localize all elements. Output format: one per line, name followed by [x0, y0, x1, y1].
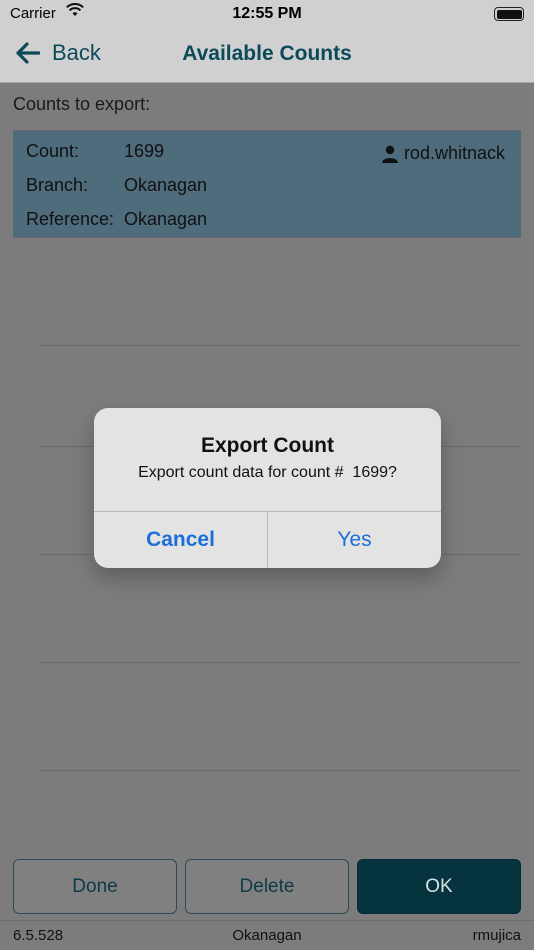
branch-row: Branch: Okanagan: [26, 175, 207, 196]
footer-bar: 6.5.528 Okanagan rmujica: [0, 920, 534, 950]
action-bar: Done Delete OK: [0, 856, 534, 920]
branch-value: Okanagan: [124, 175, 208, 195]
count-key: Count:: [26, 141, 80, 161]
delete-button[interactable]: Delete: [185, 859, 349, 914]
footer-user: rmujica: [472, 927, 521, 944]
done-button[interactable]: Done: [13, 859, 177, 914]
count-user: rod.whitnack: [381, 143, 505, 164]
yes-button[interactable]: Yes: [268, 512, 441, 568]
count-value: 1699: [124, 141, 165, 161]
section-label: Counts to export:: [13, 94, 151, 114]
row-divider: [39, 662, 521, 663]
cancel-button[interactable]: Cancel: [94, 512, 267, 568]
ok-button[interactable]: OK: [357, 859, 521, 914]
count-user-name: rod.whitnack: [403, 143, 505, 163]
navigation-bar: Back Available Counts: [0, 28, 534, 83]
branch-key: Branch:: [26, 175, 89, 195]
export-count-alert: Export Count Export count data for count…: [94, 408, 441, 568]
user-icon: [381, 145, 398, 163]
reference-value: Okanagan: [124, 209, 208, 229]
count-row: Count: 1699: [26, 141, 164, 162]
footer-branch: Okanagan: [232, 927, 302, 944]
clock: 12:55 PM: [232, 5, 302, 22]
reference-row: Reference: Okanagan: [26, 209, 207, 230]
alert-title: Export Count: [201, 434, 334, 457]
page-title: Available Counts: [182, 42, 352, 65]
count-list-item[interactable]: Count: 1699 Branch: Okanagan Reference: …: [13, 130, 521, 238]
battery-icon: [494, 7, 524, 21]
row-divider: [39, 345, 521, 346]
reference-key: Reference:: [26, 209, 115, 229]
status-bar: Carrier 12:55 PM: [0, 0, 534, 28]
row-divider: [39, 770, 521, 771]
alert-message: Export count data for count # 1699?: [138, 464, 397, 481]
